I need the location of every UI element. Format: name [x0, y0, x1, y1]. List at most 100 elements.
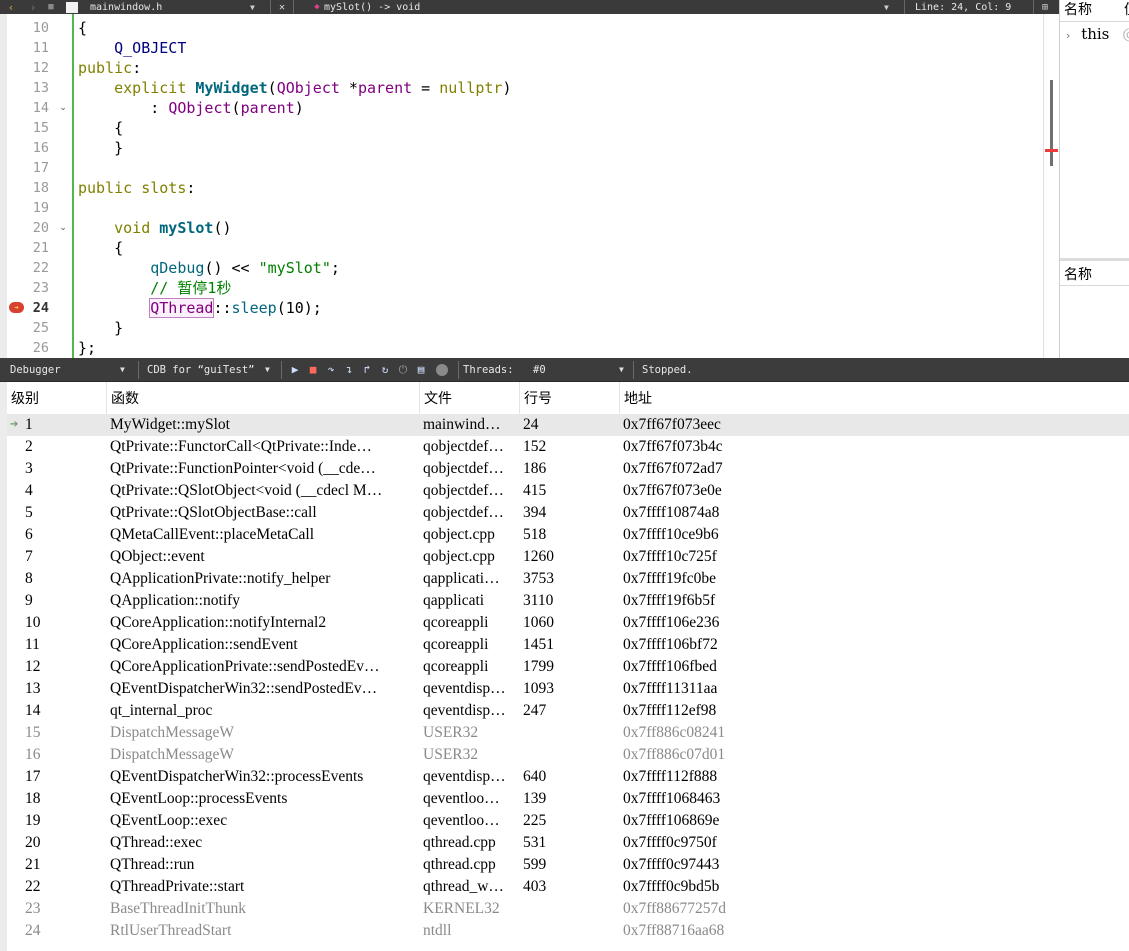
frame-address: 0x7ff88716aa68	[623, 922, 725, 939]
record-icon[interactable]	[436, 363, 448, 376]
stack-frame-row[interactable]: 18 QEventLoop::processEvents qeventloo… 139…	[7, 788, 1129, 810]
scrollbar-thumb[interactable]	[1050, 80, 1053, 166]
stack-frame-row[interactable]: 4 QtPrivate::QSlotObject<void (__cdecl M……	[7, 480, 1129, 502]
frame-file: qobject.cpp	[423, 548, 495, 565]
frame-level: 14	[25, 702, 41, 719]
locals-name-header[interactable]: 名称	[1064, 2, 1092, 18]
forward-arrow-icon[interactable]: ›	[22, 1, 44, 14]
view-dropdown-icon[interactable]: ▼	[120, 365, 125, 374]
line-number: 20	[32, 220, 49, 236]
stack-frame-row[interactable]: 22 QThreadPrivate::start qthread_w… 403 0x7f…	[7, 876, 1129, 898]
frame-function: QObject::event	[110, 548, 205, 565]
stack-frame-row[interactable]: 2 QtPrivate::FunctorCall<QtPrivate::Inde……	[7, 436, 1129, 458]
editor-scrollbar[interactable]	[1043, 14, 1059, 358]
frame-line: 640	[523, 768, 547, 785]
locals-row-this[interactable]: › this @	[1060, 22, 1129, 44]
fold-chevron-icon[interactable]: ⌄	[55, 98, 71, 118]
view-selector[interactable]: Debugger ▼	[0, 364, 134, 376]
step-into-icon[interactable]: ↴	[340, 362, 358, 378]
frame-level: 23	[25, 900, 41, 917]
step-out-icon[interactable]: ↱	[358, 362, 376, 378]
stack-frame-row[interactable]: 19 QEventLoop::exec qeventloo… 225 0x7ffff10…	[7, 810, 1129, 832]
line-number: 18	[32, 180, 49, 196]
stack-frame-row[interactable]: 6 QMetaCallEvent::placeMetaCall qobject.cp…	[7, 524, 1129, 546]
change-marker	[72, 14, 74, 358]
frame-address: 0x7ffff10ce9b6	[623, 526, 719, 543]
continue-icon[interactable]: ▶	[286, 362, 304, 378]
stack-frame-row[interactable]: 20 QThread::exec qthread.cpp 531 0x7ffff0c97…	[7, 832, 1129, 854]
function-dropdown-icon[interactable]: ▼	[884, 3, 900, 12]
stack-frame-row[interactable]: ➔ 1 MyWidget::mySlot mainwind… 24 0x7ff67f073…	[7, 414, 1129, 436]
line-number: 11	[32, 40, 49, 56]
code-editor[interactable]: 10 11 12 13 14 15 16 17 18 19 20 21 22 2…	[0, 14, 1059, 358]
stack-frame-row[interactable]: 15 DispatchMessageW USER32 0x7ff886c08241	[7, 722, 1129, 744]
locals-value-header[interactable]: 值	[1124, 0, 1129, 20]
breakpoint-arrow-icon[interactable]: ➔	[9, 302, 24, 313]
stack-rows: ➔ 1 MyWidget::mySlot mainwind… 24 0x7ff67f073…	[7, 414, 1129, 942]
frame-line: 599	[523, 856, 547, 873]
frame-file: KERNEL32	[423, 900, 500, 917]
expand-chevron-icon[interactable]: ›	[1066, 29, 1070, 42]
frame-address: 0x7ffff0c9bd5b	[623, 878, 720, 895]
stack-frame-row[interactable]: 3 QtPrivate::FunctionPointer<void (__cde……	[7, 458, 1129, 480]
stack-view[interactable]: 级别 函数 文件 行号 地址 ➔ 1 MyWidget::mySlot mainwin…	[0, 382, 1129, 951]
disassembly-icon[interactable]: ▤	[412, 362, 430, 378]
line-number: 10	[32, 20, 49, 36]
reset-icon[interactable]: ⏻	[394, 362, 412, 378]
column-header-address[interactable]: 地址	[620, 382, 1129, 414]
stack-frame-row[interactable]: 14 qt_internal_proc qeventdisp… 247 0x7ffff1…	[7, 700, 1129, 722]
thread-selector[interactable]: #0 ▼	[533, 364, 629, 376]
stack-frame-row[interactable]: 24 RtlUserThreadStart ntdll 0x7ff88716aa68	[7, 920, 1129, 942]
line-number: 23	[32, 280, 49, 296]
stack-frame-row[interactable]: 11 QCoreApplication::sendEvent qcoreappli 1…	[7, 634, 1129, 656]
stack-frame-row[interactable]: 9 QApplication::notify qapplicati 3110 0x7ff…	[7, 590, 1129, 612]
frame-function: QEventLoop::processEvents	[110, 790, 288, 807]
frame-file: qobjectdef…	[423, 438, 504, 455]
document-name[interactable]: mainwindow.h	[90, 2, 250, 13]
thread-dropdown-icon[interactable]: ▼	[619, 365, 624, 374]
current-line-number: ➔ 24	[7, 298, 55, 318]
fold-chevron-icon[interactable]: ⌄	[55, 218, 71, 238]
line-number-gutter[interactable]: 10 11 12 13 14 15 16 17 18 19 20 21 22 2…	[7, 18, 55, 358]
restart-icon[interactable]: ↻	[376, 362, 394, 378]
threads-label: Threads:	[463, 363, 514, 376]
frame-function: QtPrivate::FunctionPointer<void (__cde…	[110, 460, 376, 477]
frame-line: 24	[523, 416, 539, 433]
function-selector[interactable]: mySlot() -> void	[324, 2, 884, 13]
line-col-indicator[interactable]: Line: 24, Col: 9	[909, 2, 1029, 13]
stack-frame-row[interactable]: 17 QEventDispatcherWin32::processEvents qe…	[7, 766, 1129, 788]
expressions-header[interactable]: 名称	[1060, 264, 1129, 286]
frame-level: 6	[25, 526, 33, 543]
back-arrow-icon[interactable]: ‹	[0, 1, 22, 14]
column-header-function[interactable]: 函数	[107, 382, 420, 414]
step-over-icon[interactable]: ↷	[322, 362, 340, 378]
column-header-level[interactable]: 级别	[7, 382, 107, 414]
stack-frame-row[interactable]: 10 QCoreApplication::notifyInternal2 qcore…	[7, 612, 1129, 634]
stack-frame-row[interactable]: 16 DispatchMessageW USER32 0x7ff886c07d01	[7, 744, 1129, 766]
engine-selector[interactable]: CDB for “guiTest” ▼	[143, 364, 277, 376]
frame-file: qobjectdef…	[423, 460, 504, 477]
frame-level: 3	[25, 460, 33, 477]
column-header-line[interactable]: 行号	[520, 382, 620, 414]
stack-frame-row[interactable]: 8 QApplicationPrivate::notify_helper qappl…	[7, 568, 1129, 590]
frame-function: QEventLoop::exec	[110, 812, 228, 829]
frame-address: 0x7ffff106bf72	[623, 636, 718, 653]
code-text[interactable]: { Q_OBJECT public: explicit MyWidget(QOb…	[78, 18, 1039, 358]
split-icon[interactable]: ⊞	[1038, 2, 1052, 13]
frame-line: 139	[523, 790, 547, 807]
engine-dropdown-icon[interactable]: ▼	[265, 365, 270, 374]
pane-splitter[interactable]	[1060, 258, 1129, 261]
stop-icon[interactable]: ■	[304, 362, 322, 378]
document-dropdown-icon[interactable]: ▼	[250, 3, 266, 12]
frame-file: qeventdisp…	[423, 768, 506, 785]
frame-function: DispatchMessageW	[110, 746, 234, 763]
frame-level: 11	[25, 636, 40, 653]
stack-frame-row[interactable]: 21 QThread::run qthread.cpp 599 0x7ffff0c974…	[7, 854, 1129, 876]
stack-frame-row[interactable]: 12 QCoreApplicationPrivate::sendPostedEv……	[7, 656, 1129, 678]
stack-frame-row[interactable]: 7 QObject::event qobject.cpp 1260 0x7ffff10c…	[7, 546, 1129, 568]
stack-frame-row[interactable]: 13 QEventDispatcherWin32::sendPostedEv… qe…	[7, 678, 1129, 700]
column-header-file[interactable]: 文件	[420, 382, 520, 414]
close-document-icon[interactable]: ✕	[275, 2, 289, 13]
stack-frame-row[interactable]: 23 BaseThreadInitThunk KERNEL32 0x7ff886772…	[7, 898, 1129, 920]
stack-frame-row[interactable]: 5 QtPrivate::QSlotObjectBase::call qobject…	[7, 502, 1129, 524]
